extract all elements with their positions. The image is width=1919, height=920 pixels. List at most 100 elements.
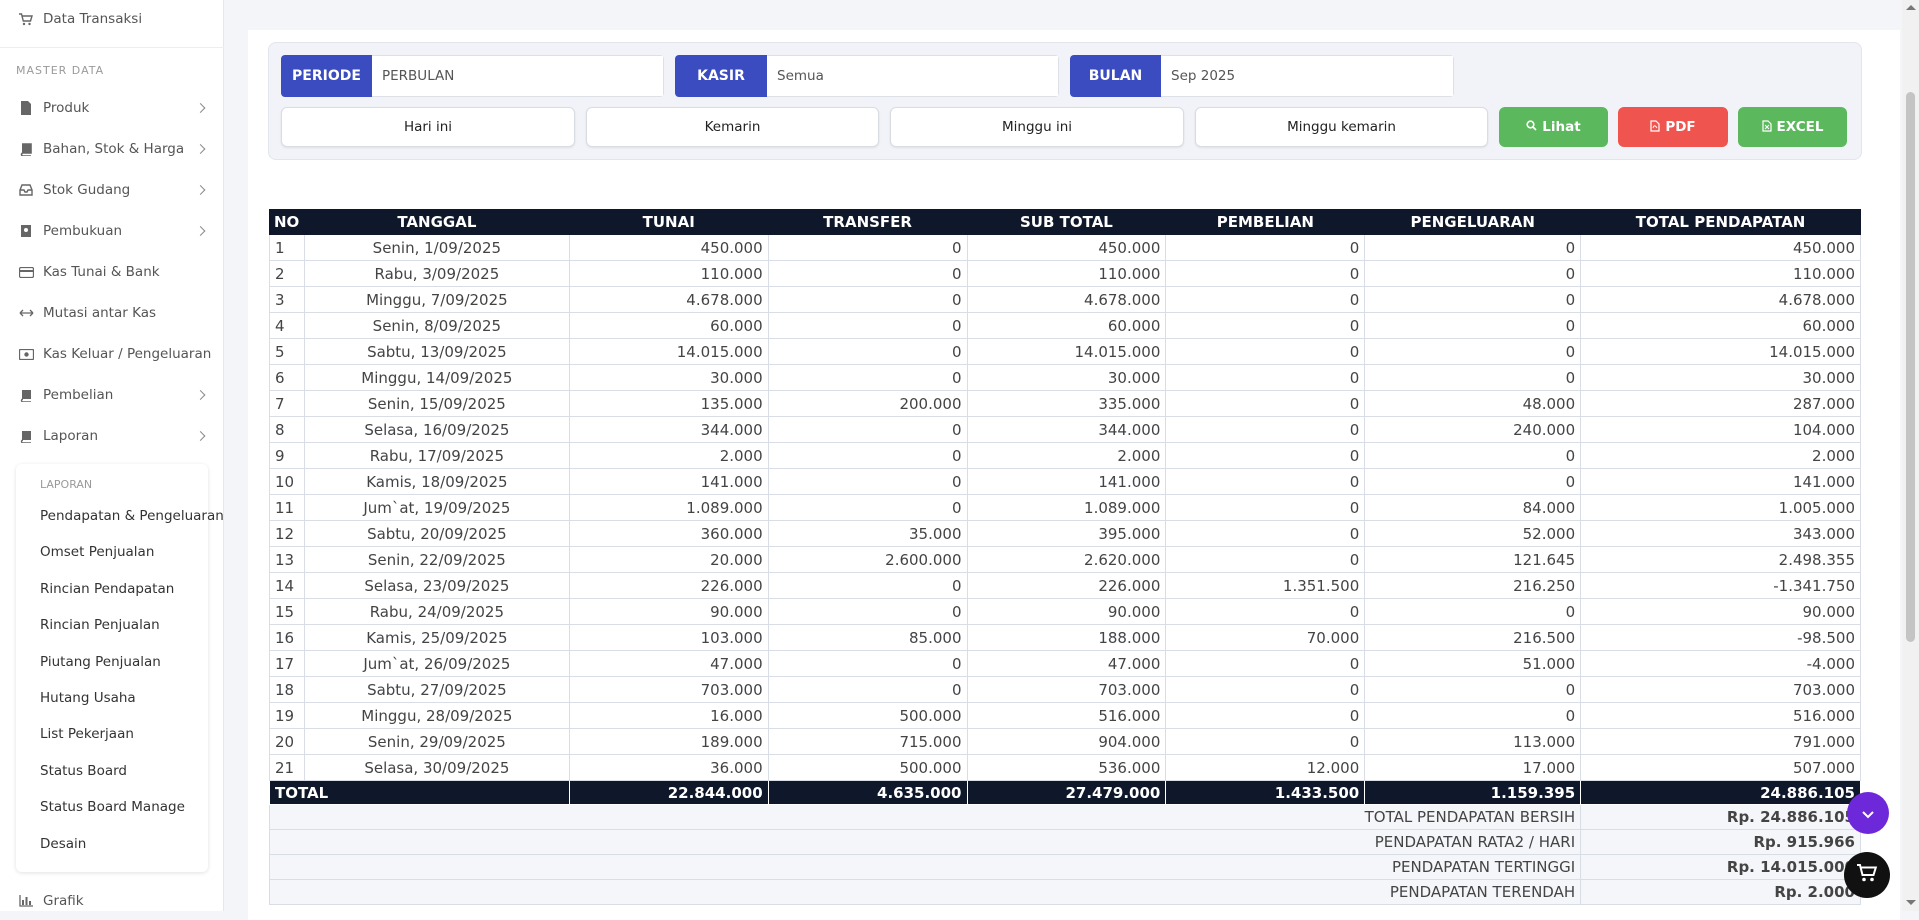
pdf-button[interactable]: PDF: [1618, 107, 1728, 147]
table-row: 16 Kamis, 25/09/2025 103.000 85.000 188.000 7…: [269, 624, 1861, 651]
minggu-kemarin-button[interactable]: Minggu kemarin: [1195, 107, 1488, 147]
row-sub-total: 1.089.000: [966, 494, 1167, 521]
row-transfer: 85.000: [767, 624, 968, 651]
row-no: 14: [269, 572, 305, 599]
row-transfer: 200.000: [767, 390, 968, 417]
sidebar-item-pembelian[interactable]: Pembelian: [0, 377, 224, 413]
submenu-item-status-board-manage[interactable]: Status Board Manage: [40, 799, 185, 815]
table-row: 3 Minggu, 7/09/2025 4.678.000 0 4.678.000 0 0 4…: [269, 286, 1861, 313]
row-pembelian: 0: [1165, 546, 1366, 573]
lihat-button[interactable]: Lihat: [1499, 107, 1608, 147]
kasir-field[interactable]: KASIR Semua: [675, 55, 1059, 97]
table-body: 1 Senin, 1/09/2025 450.000 0 450.000 0 0 450.00…: [269, 234, 1861, 781]
sidebar-item-data-transaksi[interactable]: Data Transaksi: [0, 1, 224, 37]
summary-row: PENDAPATAN RATA2 / HARI Rp. 915.966: [268, 829, 1861, 855]
summary-label: PENDAPATAN TERENDAH: [268, 879, 1582, 905]
sidebar-item-kas-tunai[interactable]: Kas Tunai & Bank: [0, 254, 224, 290]
scroll-up-arrow-icon[interactable]: [1906, 5, 1916, 10]
submenu-item-list-pekerjaan[interactable]: List Pekerjaan: [40, 726, 134, 742]
row-no: 8: [269, 416, 305, 443]
submenu-item-rincian-pendapatan[interactable]: Rincian Pendapatan: [40, 581, 174, 597]
chevron-right-icon: [195, 431, 206, 441]
table-row: 14 Selasa, 23/09/2025 226.000 0 226.000 1.351…: [269, 572, 1861, 599]
row-pembelian: 0: [1165, 390, 1366, 417]
submenu-item-hutang-usaha[interactable]: Hutang Usaha: [40, 690, 136, 706]
sidebar-item-label: Produk: [43, 100, 90, 116]
row-tunai: 16.000: [568, 702, 769, 729]
row-sub-total: 450.000: [966, 234, 1167, 261]
row-transfer: 35.000: [767, 520, 968, 547]
row-pengeluaran: 0: [1364, 676, 1582, 703]
row-tunai: 135.000: [568, 390, 769, 417]
periode-field[interactable]: PERIODE PERBULAN: [281, 55, 664, 97]
submenu-item-rincian-penjualan[interactable]: Rincian Penjualan: [40, 617, 160, 633]
total-label: TOTAL: [269, 780, 570, 805]
sidebar-item-label: Data Transaksi: [43, 11, 143, 27]
table-row: 11 Jum`at, 19/09/2025 1.089.000 0 1.089.000 0…: [269, 494, 1861, 521]
row-sub-total: 141.000: [966, 468, 1167, 495]
scrollbar-thumb[interactable]: [1906, 92, 1915, 642]
cart-button[interactable]: [1844, 852, 1890, 898]
row-tanggal: Rabu, 3/09/2025: [303, 260, 570, 287]
row-tunai: 20.000: [568, 546, 769, 573]
book-icon: [18, 142, 34, 156]
kemarin-button[interactable]: Kemarin: [586, 107, 879, 147]
sidebar-item-produk[interactable]: Produk: [0, 90, 224, 126]
excel-label: EXCEL: [1776, 119, 1824, 135]
scroll-down-arrow-icon[interactable]: [1906, 900, 1916, 905]
bulan-select[interactable]: Sep 2025: [1161, 55, 1454, 97]
periode-select[interactable]: PERBULAN: [372, 55, 664, 97]
page-scrollbar[interactable]: [1902, 0, 1919, 911]
row-tanggal: Senin, 1/09/2025: [303, 234, 570, 261]
submenu-item-status-board[interactable]: Status Board: [40, 763, 127, 779]
table-row: 2 Rabu, 3/09/2025 110.000 0 110.000 0 0 110.000: [269, 260, 1861, 287]
excel-button[interactable]: EXCEL: [1738, 107, 1847, 147]
row-pembelian: 0: [1165, 494, 1366, 521]
submenu-item-omset-penjualan[interactable]: Omset Penjualan: [40, 544, 154, 560]
table-row: 19 Minggu, 28/09/2025 16.000 500.000 516.000…: [269, 702, 1861, 729]
sidebar-item-bahan[interactable]: Bahan, Stok & Harga: [0, 131, 224, 167]
sidebar-item-mutasi[interactable]: Mutasi antar Kas: [0, 295, 224, 331]
row-transfer: 0: [767, 234, 968, 261]
row-no: 20: [269, 728, 305, 755]
row-tanggal: Selasa, 30/09/2025: [303, 754, 570, 781]
kasir-select[interactable]: Semua: [767, 55, 1059, 97]
divider: [0, 47, 224, 48]
submenu-item-pendapatan-pengeluaran[interactable]: Pendapatan & Pengeluaran: [40, 508, 224, 524]
row-tunai: 103.000: [568, 624, 769, 651]
row-total-pendapatan: 110.000: [1580, 260, 1861, 287]
row-pengeluaran: 84.000: [1364, 494, 1582, 521]
submenu-item-piutang-penjualan[interactable]: Piutang Penjualan: [40, 654, 161, 670]
sidebar-item-grafik[interactable]: Grafik: [0, 883, 224, 919]
row-tanggal: Selasa, 23/09/2025: [303, 572, 570, 599]
sidebar-item-kas-keluar[interactable]: Kas Keluar / Pengeluaran: [0, 336, 224, 372]
bulan-field[interactable]: BULAN Sep 2025: [1070, 55, 1454, 97]
hari-ini-button[interactable]: Hari ini: [281, 107, 575, 147]
row-transfer: 500.000: [767, 702, 968, 729]
submenu-item-desain[interactable]: Desain: [40, 836, 86, 852]
row-pembelian: 0: [1165, 702, 1366, 729]
column-header-no: NO: [269, 209, 305, 235]
total-sub-total: 27.479.000: [966, 780, 1167, 805]
row-sub-total: 516.000: [966, 702, 1167, 729]
scroll-down-button[interactable]: [1847, 792, 1889, 834]
minggu-ini-button[interactable]: Minggu ini: [890, 107, 1184, 147]
row-total-pendapatan: 287.000: [1580, 390, 1861, 417]
row-transfer: 0: [767, 286, 968, 313]
summary-row: PENDAPATAN TERTINGGI Rp. 14.015.000: [268, 854, 1861, 880]
column-header-sub-total: SUB TOTAL: [966, 209, 1167, 235]
sidebar-item-pembukuan[interactable]: Pembukuan: [0, 213, 224, 249]
row-total-pendapatan: 507.000: [1580, 754, 1861, 781]
row-pembelian: 0: [1165, 234, 1366, 261]
sidebar-item-laporan[interactable]: Laporan: [0, 418, 224, 454]
sidebar-item-stok-gudang[interactable]: Stok Gudang: [0, 172, 224, 208]
total-tunai: 22.844.000: [568, 780, 769, 805]
row-pembelian: 0: [1165, 468, 1366, 495]
row-total-pendapatan: 4.678.000: [1580, 286, 1861, 313]
ledger-icon: [18, 224, 34, 238]
row-no: 7: [269, 390, 305, 417]
row-tanggal: Senin, 8/09/2025: [303, 312, 570, 339]
row-sub-total: 30.000: [966, 364, 1167, 391]
row-pengeluaran: 51.000: [1364, 650, 1582, 677]
bar-chart-icon: [18, 894, 34, 908]
